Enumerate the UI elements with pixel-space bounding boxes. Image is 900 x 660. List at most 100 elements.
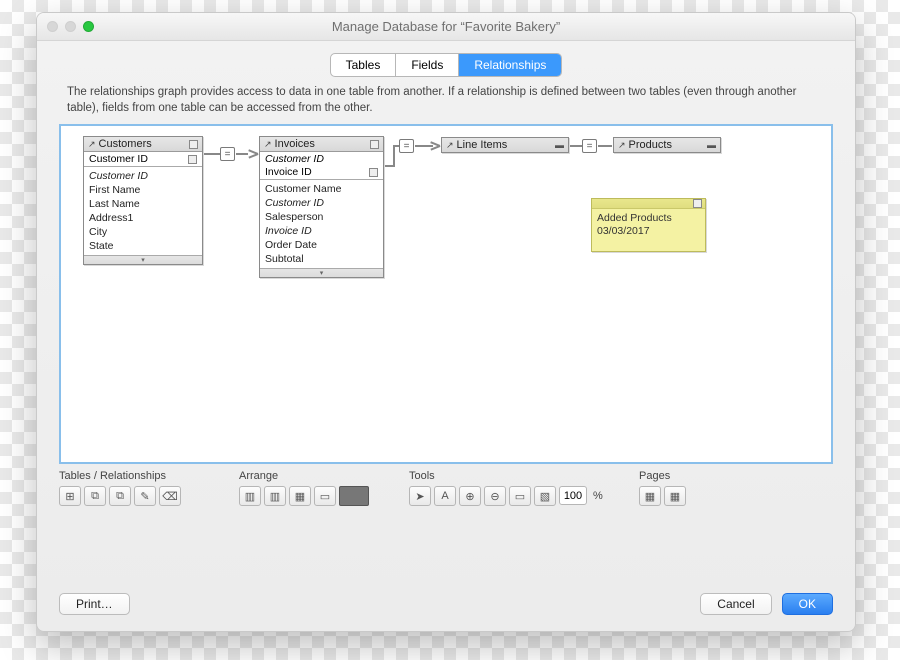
table-name: Line Items [457, 139, 508, 151]
connector-line [204, 153, 220, 155]
ok-button[interactable]: OK [782, 593, 833, 615]
collapse-icon[interactable] [189, 140, 198, 149]
cancel-button[interactable]: Cancel [700, 593, 771, 615]
table-line-items[interactable]: Line Items ▬ [441, 137, 569, 153]
relationships-canvas[interactable]: Customers Customer ID Customer ID First … [59, 124, 833, 464]
field[interactable]: Order Date [265, 238, 378, 252]
table-footer[interactable] [260, 268, 383, 277]
tab-tables[interactable]: Tables [331, 54, 397, 76]
table-customers[interactable]: Customers Customer ID Customer ID First … [83, 136, 203, 265]
field[interactable]: Customer ID [89, 169, 197, 183]
key-field-row[interactable]: Customer ID [84, 152, 202, 167]
field[interactable]: First Name [89, 183, 197, 197]
sticky-note[interactable]: Added Products 03/03/2017 [591, 198, 706, 252]
join-operator[interactable]: = [582, 139, 597, 153]
align-icon: ▥ [270, 490, 280, 503]
select-icon: ▧ [540, 490, 550, 503]
add-relationship-button[interactable]: ⧉ [84, 486, 106, 506]
select-all-button[interactable]: ▧ [534, 486, 556, 506]
sort-icon[interactable] [188, 155, 197, 164]
field[interactable]: Last Name [89, 197, 197, 211]
align-right-button[interactable]: ▥ [264, 486, 286, 506]
field-list: Customer ID First Name Last Name Address… [84, 167, 202, 255]
connector-line [393, 145, 395, 167]
field[interactable]: Invoice ID [265, 224, 378, 238]
key-field: Customer ID [89, 153, 148, 165]
color-swatch[interactable] [339, 486, 369, 506]
field[interactable]: State [89, 239, 197, 253]
key-field-row[interactable]: Customer ID [260, 152, 383, 165]
group-tables-relationships: Tables / Relationships ⊞ ⧉ ⧉ ✎ ⌫ [59, 470, 239, 506]
connector-line [598, 145, 612, 147]
table-arrow-icon [446, 139, 454, 151]
distribute-icon: ▦ [295, 490, 305, 503]
text-icon: A [441, 490, 448, 502]
resize-button[interactable]: ▭ [314, 486, 336, 506]
field[interactable]: Subtotal [265, 252, 378, 266]
connector-line [570, 145, 582, 147]
footer: Print… Cancel OK [37, 581, 855, 631]
distribute-button[interactable]: ▦ [289, 486, 311, 506]
field[interactable]: Customer ID [265, 196, 378, 210]
minimize-window-icon[interactable] [65, 21, 76, 32]
tab-segmented-control: Tables Fields Relationships [330, 53, 563, 77]
duplicate-button[interactable]: ⧉ [109, 486, 131, 506]
delete-button[interactable]: ⌫ [159, 486, 181, 506]
table-arrow-icon [264, 138, 272, 150]
table-products[interactable]: Products ▬ [613, 137, 721, 153]
note-tool-button[interactable]: A [434, 486, 456, 506]
table-footer[interactable] [84, 255, 202, 264]
delete-icon: ⌫ [162, 490, 178, 503]
join-operator[interactable]: = [220, 147, 235, 161]
note-body: Added Products 03/03/2017 [592, 209, 705, 241]
pointer-tool-button[interactable]: ➤ [409, 486, 431, 506]
page-setup-button[interactable] [664, 486, 686, 506]
field[interactable]: Customer Name [265, 182, 378, 196]
toolbar: Tables / Relationships ⊞ ⧉ ⧉ ✎ ⌫ Arrange… [37, 464, 855, 506]
join-operator[interactable]: = [399, 139, 414, 153]
key-field: Invoice ID [265, 166, 312, 178]
fit-icon: ▭ [515, 490, 525, 503]
group-tools: Tools ➤ A ⊕ ⊖ ▭ ▧ 100 % [409, 470, 639, 506]
canvas-wrap: Customers Customer ID Customer ID First … [37, 124, 855, 464]
table-invoices[interactable]: Invoices Customer ID Invoice ID Customer… [259, 136, 384, 278]
add-table-button[interactable]: ⊞ [59, 486, 81, 506]
field[interactable]: City [89, 225, 197, 239]
table-header[interactable]: Line Items ▬ [442, 138, 568, 152]
tab-relationships[interactable]: Relationships [459, 54, 561, 76]
collapse-icon[interactable] [370, 140, 379, 149]
print-button[interactable]: Print… [59, 593, 130, 615]
group-label: Arrange [239, 470, 409, 482]
group-label: Pages [639, 470, 686, 482]
table-header[interactable]: Invoices [260, 137, 383, 152]
field[interactable]: Salesperson [265, 210, 378, 224]
table-header[interactable]: Products ▬ [614, 138, 720, 152]
titlebar: Manage Database for “Favorite Bakery” [37, 13, 855, 41]
add-relationship-icon: ⧉ [91, 490, 99, 503]
zoom-out-button[interactable]: ⊖ [484, 486, 506, 506]
fit-button[interactable]: ▭ [509, 486, 531, 506]
align-icon: ▥ [245, 490, 255, 503]
note-control-icon[interactable] [693, 199, 702, 208]
table-name: Invoices [275, 138, 315, 150]
window: Manage Database for “Favorite Bakery” Ta… [36, 12, 856, 632]
key-field-row[interactable]: Invoice ID [260, 165, 383, 180]
zoom-percent-label: % [593, 486, 603, 506]
connector-line [236, 153, 248, 155]
page-breaks-button[interactable] [639, 486, 661, 506]
close-window-icon[interactable] [47, 21, 58, 32]
sort-icon[interactable] [369, 168, 378, 177]
table-header[interactable]: Customers [84, 137, 202, 152]
tab-fields[interactable]: Fields [396, 54, 459, 76]
note-header[interactable] [592, 199, 705, 209]
table-arrow-icon [618, 139, 626, 151]
align-left-button[interactable]: ▥ [239, 486, 261, 506]
window-title: Manage Database for “Favorite Bakery” [37, 13, 855, 41]
help-text: The relationships graph provides access … [37, 85, 855, 124]
zoom-value-input[interactable]: 100 [559, 486, 587, 505]
zoom-window-icon[interactable] [83, 21, 94, 32]
zoom-in-button[interactable]: ⊕ [459, 486, 481, 506]
field[interactable]: Address1 [89, 211, 197, 225]
edit-button[interactable]: ✎ [134, 486, 156, 506]
connector-line [385, 165, 393, 167]
